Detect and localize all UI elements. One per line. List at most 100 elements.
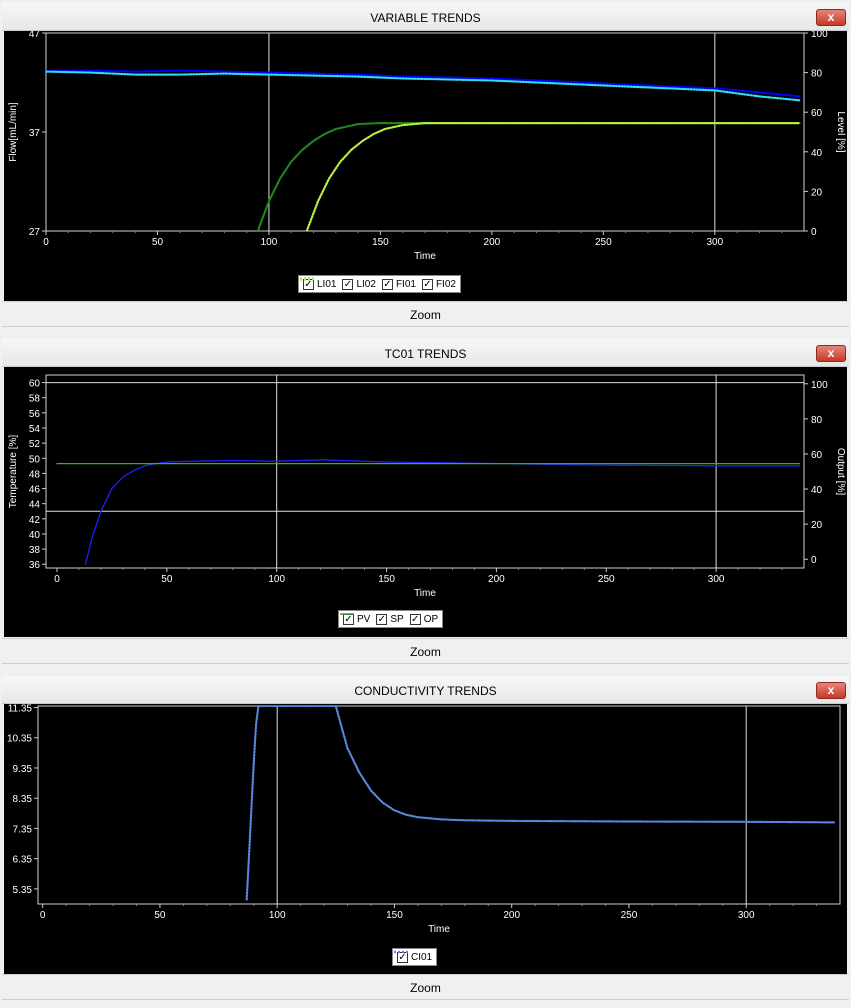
x-tick-label: 0 bbox=[40, 910, 46, 921]
legend-swatch bbox=[340, 613, 354, 615]
y-tick-label: 48 bbox=[29, 469, 41, 480]
x-axis-label: Time bbox=[414, 588, 436, 599]
x-tick-label: 250 bbox=[595, 237, 612, 248]
panel-titlebar: TC01 TRENDS x bbox=[2, 339, 849, 367]
x-tick-label: 250 bbox=[621, 910, 638, 921]
y-tick-label: 11.35 bbox=[8, 704, 33, 715]
y2-axis-label: Output [%] bbox=[835, 448, 846, 495]
x-tick-label: 150 bbox=[386, 910, 403, 921]
legend-item-fi01[interactable]: ✓ FI01 bbox=[300, 277, 416, 290]
panel-title: VARIABLE TRENDS bbox=[370, 11, 481, 25]
close-button[interactable]: x bbox=[816, 9, 846, 26]
tc01-trends-panel: TC01 TRENDS x 0 50 100 150 200 250 300 Time 36 38… bbox=[2, 339, 849, 664]
y-tick-label: 56 bbox=[29, 409, 41, 420]
series-line-li02 bbox=[46, 70, 801, 102]
chart-legend: ✓ PV ✓ SP ✓ OP bbox=[338, 610, 444, 628]
legend-label: FI02 bbox=[435, 278, 456, 290]
y-tick-label: 6.35 bbox=[13, 855, 33, 866]
zoom-bar[interactable]: Zoom bbox=[2, 974, 849, 1000]
legend-label: CI01 bbox=[411, 951, 433, 963]
y-tick-label: 60 bbox=[29, 379, 41, 390]
y2-tick-label: 100 bbox=[811, 380, 828, 391]
y-tick-label: 27 bbox=[29, 227, 41, 238]
x-tick-label: 250 bbox=[598, 574, 615, 585]
y-axis-label: Flow[mL/min] bbox=[8, 102, 19, 162]
y2-tick-label: 80 bbox=[811, 415, 823, 426]
zoom-button[interactable]: Zoom bbox=[2, 645, 849, 659]
x-tick-label: 150 bbox=[372, 237, 389, 248]
y2-tick-label: 60 bbox=[811, 108, 823, 119]
close-button[interactable]: x bbox=[816, 345, 846, 362]
y-tick-label: 40 bbox=[29, 530, 41, 541]
y2-tick-label: 60 bbox=[811, 450, 823, 461]
y-tick-label: 42 bbox=[29, 515, 41, 526]
y-tick-label: 5.35 bbox=[13, 885, 33, 896]
legend-item-ci01[interactable]: ✓ CI01 bbox=[394, 950, 433, 963]
zoom-bar[interactable]: Zoom bbox=[2, 638, 849, 664]
y-axis-label: Temperature [%] bbox=[8, 435, 19, 509]
conductivity-trends-chart: 0 50 100 150 200 250 300 Time 5.35 6.35 7.35 8.35 9.… bbox=[7, 704, 841, 935]
x-tick-label: 100 bbox=[268, 574, 285, 585]
close-icon: x bbox=[827, 10, 835, 24]
legend-checkbox[interactable]: ✓ bbox=[376, 613, 388, 625]
legend-swatch bbox=[300, 277, 314, 281]
x-tick-label: 300 bbox=[706, 237, 723, 248]
series-line-ci01 bbox=[245, 706, 837, 901]
x-tick-label: 100 bbox=[261, 237, 278, 248]
x-tick-label: 50 bbox=[154, 910, 166, 921]
x-tick-label: 300 bbox=[708, 574, 725, 585]
legend-item-sp[interactable]: ✓ SP bbox=[340, 613, 404, 625]
close-button[interactable]: x bbox=[816, 682, 846, 699]
chart-legend: ✓ CI01 bbox=[392, 948, 438, 966]
series-line-sp bbox=[84, 459, 801, 565]
y2-tick-label: 40 bbox=[811, 148, 823, 159]
y2-tick-label: 100 bbox=[811, 31, 828, 40]
x-tick-label: 100 bbox=[269, 910, 286, 921]
x-tick-label: 150 bbox=[378, 574, 395, 585]
y-tick-label: 50 bbox=[29, 454, 41, 465]
legend-checkbox[interactable]: ✓ bbox=[381, 278, 393, 290]
legend-item-op[interactable]: ✓ OP bbox=[340, 613, 439, 625]
x-tick-label: 300 bbox=[738, 910, 755, 921]
legend-label: OP bbox=[423, 613, 439, 625]
series-group bbox=[56, 459, 801, 565]
x-tick-label: 200 bbox=[484, 237, 501, 248]
close-icon: x bbox=[827, 683, 835, 697]
conductivity-trends-plot: 0 50 100 150 200 250 300 Time 5.35 6.35 7.35 8.35 9.… bbox=[4, 704, 847, 974]
legend-checkbox[interactable]: ✓ bbox=[409, 613, 421, 625]
y-tick-label: 9.35 bbox=[13, 764, 33, 775]
y2-axis-label: Level [%] bbox=[835, 111, 846, 152]
series-line-fi01 bbox=[256, 121, 801, 231]
legend-swatch bbox=[394, 950, 408, 954]
plot-frame bbox=[37, 705, 841, 905]
panel-title: CONDUCTIVITY TRENDS bbox=[354, 684, 497, 698]
y-tick-label: 7.35 bbox=[13, 824, 33, 835]
chart-legend: ✓ LI01 ✓ LI02 ✓ FI01 ✓ FI02 bbox=[298, 275, 461, 293]
zoom-button[interactable]: Zoom bbox=[2, 308, 849, 322]
legend-item-fi02[interactable]: ✓ FI02 bbox=[300, 277, 456, 290]
x-tick-label: 50 bbox=[152, 237, 164, 248]
variable-trends-panel: VARIABLE TRENDS x 0 50 100 150 200 250 300 Time… bbox=[2, 3, 849, 327]
legend-label: FI01 bbox=[395, 278, 416, 290]
y-tick-label: 58 bbox=[29, 394, 41, 405]
y-tick-label: 8.35 bbox=[13, 794, 33, 805]
legend-label: LI01 bbox=[317, 278, 337, 290]
series-line-fi02 bbox=[305, 121, 801, 231]
legend-checkbox[interactable]: ✓ bbox=[421, 278, 433, 290]
y2-tick-label: 0 bbox=[811, 555, 817, 566]
legend-checkbox[interactable]: ✓ bbox=[342, 278, 354, 290]
x-tick-label: 200 bbox=[503, 910, 520, 921]
y-tick-label: 44 bbox=[29, 500, 41, 511]
y2-tick-label: 20 bbox=[811, 520, 823, 531]
tc01-trends-chart: 0 50 100 150 200 250 300Time363840424446485052… bbox=[8, 374, 846, 599]
zoom-button[interactable]: Zoom bbox=[2, 981, 849, 995]
series-group bbox=[46, 69, 801, 231]
legend-item-li02[interactable]: ✓ LI02 bbox=[300, 277, 376, 290]
y2-tick-label: 80 bbox=[811, 69, 823, 80]
zoom-bar[interactable]: Zoom bbox=[2, 301, 849, 327]
panel-titlebar: CONDUCTIVITY TRENDS x bbox=[2, 676, 849, 704]
y2-tick-label: 20 bbox=[811, 187, 823, 198]
plot-frame bbox=[45, 374, 805, 569]
panel-titlebar: VARIABLE TRENDS x bbox=[2, 3, 849, 31]
y-tick-label: 38 bbox=[29, 545, 41, 556]
